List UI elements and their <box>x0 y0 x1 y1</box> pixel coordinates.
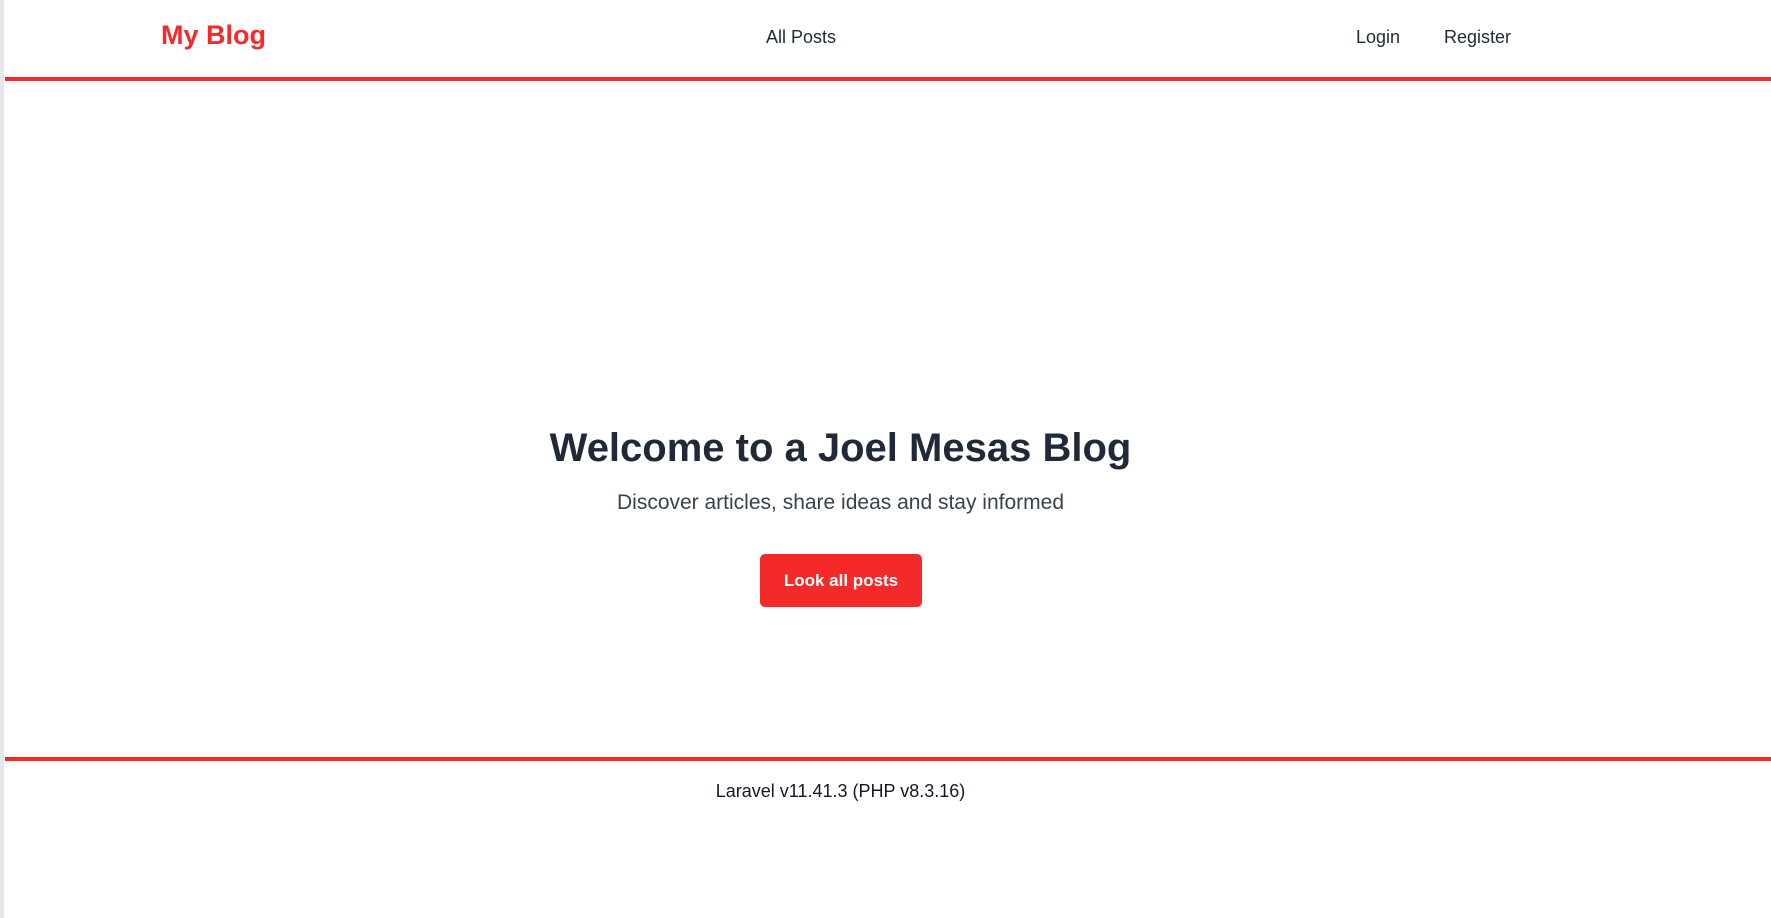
nav-link-all-posts[interactable]: All Posts <box>766 27 836 48</box>
navbar: My Blog All Posts Login Register <box>5 0 1771 77</box>
hero-section: Welcome to a Joel Mesas Blog Discover ar… <box>5 81 1676 757</box>
footer: Laravel v11.41.3 (PHP v8.3.16) <box>5 761 1676 918</box>
hero-title: Welcome to a Joel Mesas Blog <box>549 426 1132 470</box>
framework-version-text: Laravel v11.41.3 (PHP v8.3.16) <box>715 781 966 801</box>
nav-link-register[interactable]: Register <box>1444 27 1511 48</box>
nav-link-login[interactable]: Login <box>1356 27 1400 48</box>
look-all-posts-button[interactable]: Look all posts <box>760 554 922 607</box>
page-left-border <box>0 0 4 918</box>
hero-subtitle: Discover articles, share ideas and stay … <box>616 491 1065 514</box>
brand-logo-link[interactable]: My Blog <box>161 20 266 51</box>
